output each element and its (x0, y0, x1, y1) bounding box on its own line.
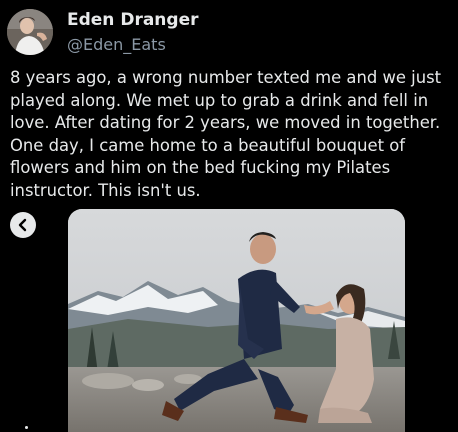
author-name[interactable]: Eden Dranger (67, 10, 198, 30)
tweet-text-line: instructor. This isn't us. (10, 180, 201, 200)
media-back-button[interactable] (10, 212, 36, 238)
tweet-text-line: played along. We met up to grab a drink … (10, 90, 429, 110)
author-handle[interactable]: @Eden_Eats (67, 35, 166, 54)
proposal-photo (68, 209, 405, 432)
tweet-text-line: love. After dating for 2 years, we moved… (10, 113, 441, 132)
tweet-text-line: One day, I came home to a beautiful bouq… (10, 135, 406, 155)
avatar-photo (7, 9, 53, 55)
avatar[interactable] (7, 9, 53, 55)
chevron-left-icon (18, 218, 27, 232)
tweet-media-image[interactable] (68, 209, 405, 432)
tweet-text-line: flowers and him on the bed fucking my Pi… (10, 158, 391, 177)
tweet-text-line: 8 years ago, a wrong number texted me an… (10, 68, 442, 87)
tweet-text: 8 years ago, a wrong number texted me an… (10, 67, 456, 202)
media-indicator-dot (25, 426, 28, 429)
